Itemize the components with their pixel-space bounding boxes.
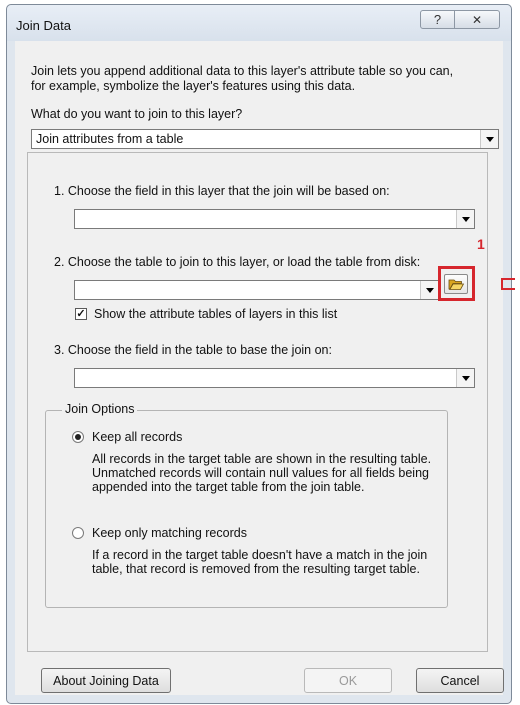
checkmark-icon: ✓: [76, 307, 86, 320]
join-table-field-dropdown[interactable]: [74, 368, 475, 388]
keep-all-records-description: All records in the target table are show…: [92, 452, 431, 494]
step2-label: 2. Choose the table to join to this laye…: [54, 255, 421, 269]
intro-text: Join lets you append additional data to …: [31, 64, 453, 94]
annotation-connector: [501, 278, 515, 290]
keep-matching-desc-line: If a record in the target table doesn't …: [92, 548, 428, 562]
ok-label: OK: [338, 673, 358, 688]
cancel-button[interactable]: Cancel: [416, 668, 504, 693]
step1-label: 1. Choose the field in this layer that t…: [54, 184, 390, 198]
chevron-down-icon[interactable]: [420, 281, 438, 299]
dialog-title: Join Data: [16, 18, 71, 33]
about-joining-data-button[interactable]: About Joining Data: [41, 668, 171, 693]
keep-matching-records-radio[interactable]: [72, 527, 84, 539]
cancel-label: Cancel: [440, 673, 480, 688]
help-button[interactable]: ?: [420, 10, 455, 29]
intro-line-2: for example, symbolize the layer's featu…: [31, 79, 356, 93]
radio-selected-dot: [75, 434, 81, 440]
join-question-label: What do you want to join to this layer?: [31, 107, 243, 121]
chevron-down-icon[interactable]: [480, 130, 498, 148]
join-table-dropdown[interactable]: [74, 280, 439, 300]
step3-label: 3. Choose the field in the table to base…: [54, 343, 332, 357]
close-icon: ✕: [471, 12, 483, 27]
keep-matching-desc-line: table, that record is removed from the r…: [92, 562, 420, 576]
annotation-highlight-box: [438, 266, 475, 301]
keep-all-records-radio[interactable]: [72, 431, 84, 443]
join-options-legend: Join Options: [62, 402, 138, 416]
intro-line-1: Join lets you append additional data to …: [31, 64, 454, 78]
keep-matching-records-description: If a record in the target table doesn't …: [92, 548, 427, 576]
help-icon: ?: [433, 12, 442, 27]
close-button[interactable]: ✕: [454, 10, 500, 29]
keep-all-records-label: Keep all records: [92, 430, 183, 444]
keep-all-desc-line: appended into the target table from the …: [92, 480, 365, 494]
about-joining-data-label: About Joining Data: [53, 673, 159, 688]
show-attribute-tables-checkbox[interactable]: ✓: [75, 308, 87, 320]
annotation-number: 1: [477, 236, 485, 252]
chevron-down-icon[interactable]: [456, 369, 474, 387]
keep-all-desc-line: Unmatched records will contain null valu…: [92, 466, 429, 480]
keep-all-desc-line: All records in the target table are show…: [92, 452, 432, 466]
layer-field-dropdown[interactable]: [74, 209, 475, 229]
join-type-value: Join attributes from a table: [36, 132, 184, 146]
title-bar[interactable]: Join Data ? ✕: [7, 5, 511, 41]
join-type-dropdown[interactable]: Join attributes from a table: [31, 129, 499, 149]
show-attribute-tables-label: Show the attribute tables of layers in t…: [94, 307, 338, 321]
chevron-down-icon[interactable]: [456, 210, 474, 228]
keep-matching-records-label: Keep only matching records: [92, 526, 247, 540]
ok-button[interactable]: OK: [304, 668, 392, 693]
